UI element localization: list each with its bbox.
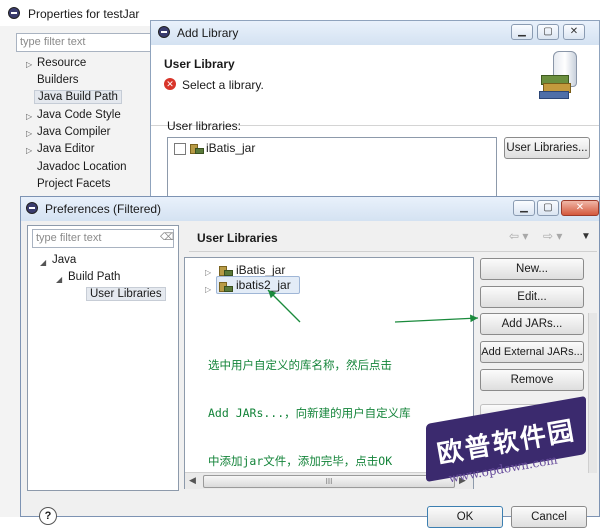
annotation-arrow-to-library [267,289,301,323]
annotation-arrow-to-add-jars [394,314,479,323]
annotation-line-2: Add JARs...，向新建的用户自定义库 [208,406,411,420]
annotation-line-3: 中添加jar文件，添加完毕，点击OK [208,454,393,468]
annotation-line-1: 选中用户自定义的库名称，然后点击 [208,358,392,372]
watermark: 欧普软件园 www.opdown.com [418,395,598,510]
annotation-text: 选中用户自定义的库名称，然后点击 Add JARs...，向新建的用户自定义库 … [208,325,411,485]
